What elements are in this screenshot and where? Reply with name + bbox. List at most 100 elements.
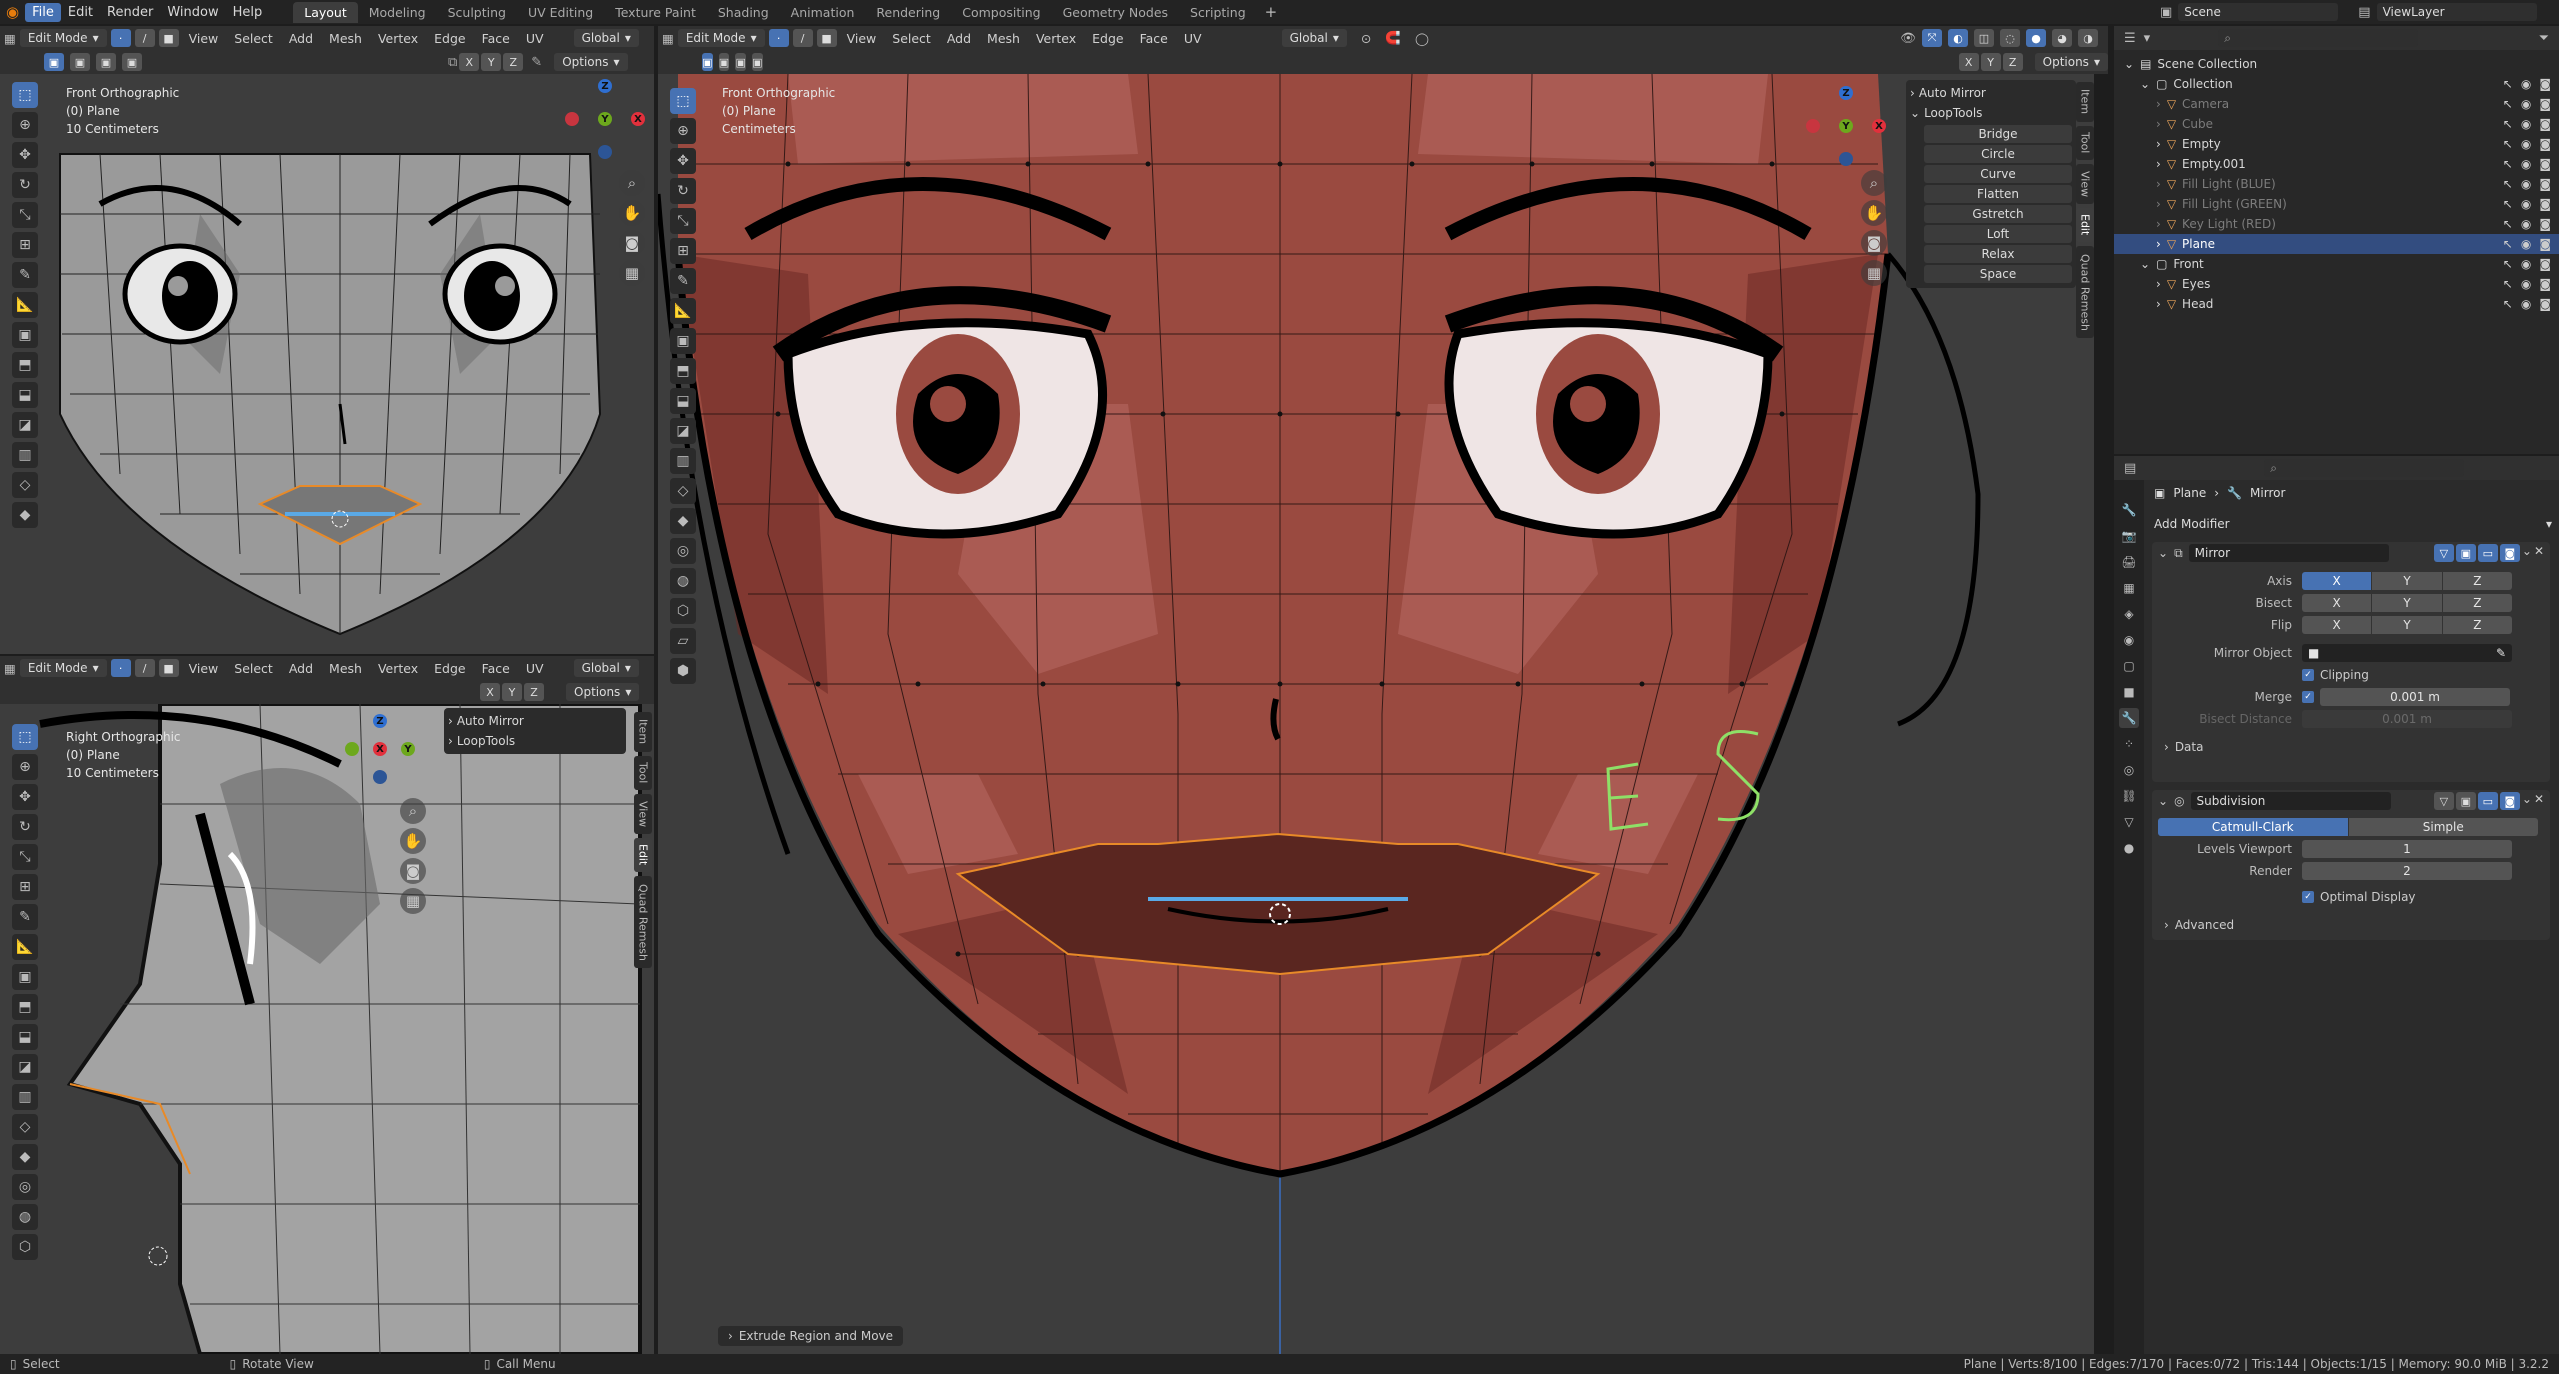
viewlayer-selector[interactable]: ViewLayer [2376, 3, 2537, 21]
mirror-x-button[interactable]: X [1958, 53, 1979, 71]
add-modifier-button[interactable]: Add Modifier ▾ [2154, 514, 2552, 534]
looptools-flatten-button[interactable]: Flatten [1924, 185, 2072, 203]
edit-mode-icon[interactable]: ▣ [2455, 792, 2476, 810]
sidebar-tab-quad-remesh[interactable]: Quad Remesh [634, 876, 652, 968]
spin-tool-icon[interactable]: ◎ [670, 538, 696, 564]
gizmo-neg-x-axis[interactable] [565, 112, 579, 126]
poly-build-tool-icon[interactable]: ◆ [12, 502, 38, 528]
camera-render-icon[interactable]: ◙ [2539, 297, 2551, 311]
menu-view[interactable]: View [183, 661, 225, 676]
poly-build-tool-icon[interactable]: ◆ [670, 508, 696, 534]
camera-render-icon[interactable]: ◙ [2539, 257, 2551, 271]
data-props-icon[interactable]: ▽ [2119, 812, 2139, 832]
mirror-object-field[interactable]: ■ ✎ [2302, 644, 2512, 662]
camera-render-icon[interactable]: ◙ [2539, 137, 2551, 151]
shading-rendered-icon[interactable]: ◑ [2078, 29, 2098, 47]
select-arrow-icon[interactable]: ↖ [2503, 177, 2513, 191]
gizmo-neg-y-axis[interactable] [345, 742, 359, 756]
eye-icon[interactable]: ◉ [2521, 97, 2531, 111]
gizmo-x-axis[interactable]: X [631, 112, 645, 126]
transform-tool-icon[interactable]: ⊞ [12, 874, 38, 900]
cursor-tool-icon[interactable]: ⊕ [670, 118, 696, 144]
clipping-checkbox[interactable]: ✓ [2302, 669, 2314, 681]
gizmo-y-axis[interactable]: Y [598, 112, 612, 126]
spin-tool-icon[interactable]: ◎ [12, 1174, 38, 1200]
overlay-toggle-icon[interactable]: ◐ [1948, 29, 1968, 47]
gizmo-z-axis[interactable]: Z [373, 714, 387, 728]
catmull-clark-toggle[interactable]: Catmull-Clark [2158, 818, 2348, 836]
scene-icon[interactable]: ▣ [2160, 5, 2172, 20]
gizmo-neg-z-axis[interactable] [373, 770, 387, 784]
smooth-tool-icon[interactable]: ◍ [670, 568, 696, 594]
mirror-y-button[interactable]: Y [481, 53, 502, 71]
camera-icon[interactable]: ◙ [1861, 230, 1887, 256]
view-layer-props-icon[interactable]: ▦ [2119, 578, 2139, 598]
sidebar-tab-view[interactable]: View [634, 794, 652, 834]
tab-compositing[interactable]: Compositing [951, 2, 1051, 23]
pan-hand-icon[interactable]: ✋ [400, 828, 426, 854]
options-dropdown[interactable]: Options ▾ [566, 683, 640, 701]
navigation-gizmo-bottomleft[interactable]: Z X Y [345, 714, 425, 794]
menu-render[interactable]: Render [100, 3, 160, 22]
chevron-right-icon[interactable]: › [2156, 157, 2161, 171]
scene-props-icon[interactable]: ◈ [2119, 604, 2139, 624]
extrude-tool-icon[interactable]: ⬒ [12, 352, 38, 378]
camera-render-icon[interactable]: ◙ [2539, 77, 2551, 91]
move-tool-icon[interactable]: ✥ [670, 148, 696, 174]
bisect-z-toggle[interactable]: Z [2442, 594, 2512, 612]
select-arrow-icon[interactable]: ↖ [2503, 77, 2513, 91]
flip-x-toggle[interactable]: X [2302, 616, 2372, 634]
annotate-tool-icon[interactable]: ✎ [12, 904, 38, 930]
bevel-tool-icon[interactable]: ◪ [12, 412, 38, 438]
select-invert-icon[interactable]: ▣ [122, 53, 142, 71]
pan-hand-icon[interactable]: ✋ [619, 200, 645, 226]
eye-icon[interactable]: ◉ [2521, 277, 2531, 291]
edge-select-button[interactable]: / [792, 29, 813, 47]
extrude-tool-icon[interactable]: ⬒ [670, 358, 696, 384]
outliner-row[interactable]: › ▽ Eyes ↖ ◉ ◙ [2114, 274, 2559, 294]
looptools-gstretch-button[interactable]: Gstretch [1924, 205, 2072, 223]
filter-icon[interactable]: ⏷ [2539, 31, 2549, 46]
chevron-down-icon[interactable]: ⌄ [2140, 257, 2150, 271]
add-workspace-button[interactable]: + [1257, 3, 1286, 21]
menu-edit[interactable]: Edit [61, 3, 100, 22]
constraints-props-icon[interactable]: ⛓ [2119, 786, 2139, 806]
eye-icon[interactable]: ◉ [2521, 77, 2531, 91]
advanced-subpanel-header[interactable]: › Advanced [2152, 914, 2550, 936]
eye-icon[interactable]: ◉ [2521, 217, 2531, 231]
outliner-search-input[interactable]: ⌕ [2218, 29, 2419, 47]
grid-icon[interactable]: ▦ [1861, 260, 1887, 286]
select-arrow-icon[interactable]: ↖ [2503, 97, 2513, 111]
vertex-select-button[interactable]: · [110, 659, 131, 677]
looptools-panel-header[interactable]: › LoopTools [448, 731, 622, 751]
menu-mesh[interactable]: Mesh [981, 31, 1026, 46]
axis-y-toggle[interactable]: Y [2372, 572, 2442, 590]
camera-render-icon[interactable]: ◙ [2539, 237, 2551, 251]
render-display-icon[interactable]: ◙ [2499, 792, 2520, 810]
edge-select-button[interactable]: / [134, 29, 155, 47]
scale-tool-icon[interactable]: ⤡ [12, 202, 38, 228]
scale-tool-icon[interactable]: ⤡ [12, 844, 38, 870]
menu-select[interactable]: Select [886, 31, 937, 46]
mirror-y-button[interactable]: Y [502, 683, 522, 701]
render-props-icon[interactable]: 📷 [2119, 526, 2139, 546]
menu-edge[interactable]: Edge [1086, 31, 1129, 46]
dropdown-icon[interactable]: ⌄ [2522, 544, 2532, 562]
scene-selector[interactable]: Scene [2178, 3, 2339, 21]
tab-modeling[interactable]: Modeling [358, 2, 437, 23]
menu-file[interactable]: File [25, 2, 61, 22]
edit-cage-icon[interactable]: ▽ [2433, 544, 2454, 562]
output-props-icon[interactable]: 🖨 [2119, 552, 2139, 572]
cursor-tool-icon[interactable]: ⊕ [12, 754, 38, 780]
gizmo-x-axis[interactable]: X [1872, 119, 1886, 133]
levels-viewport-field[interactable]: 1 [2302, 840, 2512, 858]
mirror-z-button[interactable]: Z [524, 683, 544, 701]
move-tool-icon[interactable]: ✥ [12, 784, 38, 810]
menu-face[interactable]: Face [476, 661, 516, 676]
chevron-right-icon[interactable]: › [2156, 117, 2161, 131]
shading-material-icon[interactable]: ◕ [2052, 29, 2072, 47]
select-subtract-icon[interactable]: ▣ [96, 53, 116, 71]
add-cube-tool-icon[interactable]: ▣ [12, 964, 38, 990]
face-select-button[interactable]: ■ [158, 29, 179, 47]
annotate-tool-icon[interactable]: ✎ [670, 268, 696, 294]
